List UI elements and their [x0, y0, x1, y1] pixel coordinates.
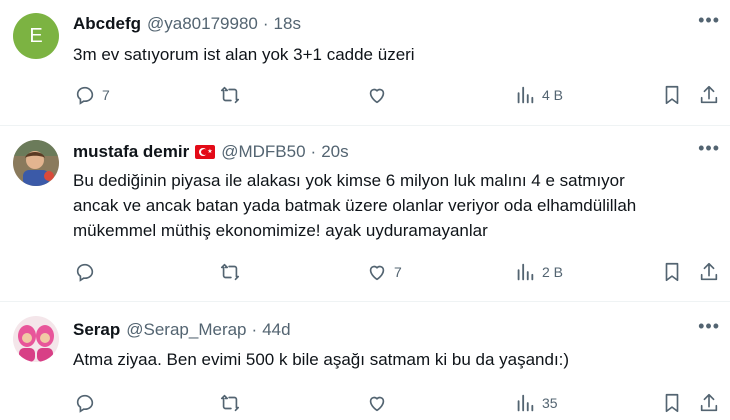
turkey-flag-icon: ★: [195, 145, 216, 159]
tweet-text: Bu dediğinin piyasa ile alakası yok kims…: [73, 168, 723, 243]
reply-button[interactable]: 7: [74, 78, 110, 112]
bookmark-icon: [665, 393, 679, 413]
views-bar-chart-icon: [517, 394, 534, 412]
action-bar: 35: [64, 386, 724, 420]
views-count: 35: [542, 395, 558, 411]
tweet-text-line: Atma ziyaa. Ben evimi 500 k bile aşağı s…: [73, 350, 570, 369]
tweet-text-line: ancak ve ancak batan yada batmak üzere o…: [73, 196, 637, 215]
pink-figures-avatar-icon: [13, 316, 59, 362]
tweet-text: Atma ziyaa. Ben evimi 500 k bile aşağı s…: [73, 347, 723, 372]
retweet-button[interactable]: [219, 386, 247, 420]
reply-icon: [76, 394, 94, 413]
bookmark-icon: [665, 262, 679, 282]
bookmark-button[interactable]: [661, 386, 683, 420]
display-name[interactable]: mustafa demir: [73, 142, 189, 162]
share-icon: [700, 85, 718, 104]
reply-button[interactable]: [74, 255, 102, 289]
timestamp[interactable]: 18s: [274, 14, 301, 34]
retweet-icon: [220, 263, 240, 281]
heart-icon: [369, 88, 385, 104]
retweet-button[interactable]: [219, 255, 247, 289]
like-button[interactable]: [366, 386, 394, 420]
reply-icon: [76, 86, 94, 105]
action-bar: 7 2 B: [64, 255, 724, 289]
reply-count: 7: [102, 87, 110, 103]
views-bar-chart-icon: [517, 86, 534, 104]
retweet-button[interactable]: [219, 78, 247, 112]
more-options-icon[interactable]: •••: [698, 10, 720, 31]
reply-button[interactable]: [74, 386, 102, 420]
avatar[interactable]: [13, 316, 59, 362]
reply-icon: [76, 263, 94, 282]
share-icon: [700, 393, 718, 412]
more-options-icon[interactable]: •••: [698, 138, 720, 159]
bookmark-button[interactable]: [661, 78, 683, 112]
user-handle[interactable]: @ya80179980: [147, 14, 258, 34]
timestamp[interactable]: 44d: [262, 320, 290, 340]
tweet-3[interactable]: Serap @Serap_Merap · 44d ••• Atma ziyaa.…: [0, 302, 730, 420]
more-options-icon[interactable]: •••: [698, 316, 720, 337]
tweet-text-line: Bu dediğinin piyasa ile alakası yok kims…: [73, 171, 625, 190]
share-button[interactable]: [698, 78, 720, 112]
tweet-header: Serap @Serap_Merap · 44d: [73, 320, 291, 340]
tweet-text-line: mükemmel müthiş ekonomimize! ayak uydura…: [73, 221, 488, 240]
heart-icon: [369, 265, 385, 281]
like-button[interactable]: 7: [366, 255, 402, 289]
separator-dot: ·: [262, 14, 269, 33]
tweet-1[interactable]: E Abcdefg @ya80179980 · 18s ••• 3m ev sa…: [0, 0, 730, 126]
share-button[interactable]: [698, 386, 720, 420]
tweet-header: mustafa demir ★ @MDFB50 · 20s: [73, 142, 349, 162]
display-name[interactable]: Serap: [73, 320, 120, 340]
user-handle[interactable]: @Serap_Merap: [126, 320, 246, 340]
like-button[interactable]: [366, 78, 394, 112]
like-count: 7: [394, 264, 402, 280]
child-photo-avatar-icon: [13, 140, 59, 186]
share-icon: [700, 262, 718, 281]
separator-dot: ·: [310, 142, 317, 161]
views-button[interactable]: 2 B: [514, 255, 563, 289]
views-bar-chart-icon: [517, 263, 534, 281]
tweet-text-line: 3m ev satıyorum ist alan yok 3+1 cadde ü…: [73, 45, 415, 64]
views-button[interactable]: 4 B: [514, 78, 563, 112]
retweet-icon: [220, 86, 240, 104]
display-name[interactable]: Abcdefg: [73, 14, 141, 34]
views-count: 2 B: [542, 264, 564, 280]
timestamp[interactable]: 20s: [321, 142, 348, 162]
retweet-icon: [220, 394, 240, 412]
action-bar: 7 4 B: [64, 78, 724, 112]
avatar[interactable]: [13, 140, 59, 186]
bookmark-button[interactable]: [661, 255, 683, 289]
separator-dot: ·: [251, 320, 258, 339]
user-handle[interactable]: @MDFB50: [221, 142, 305, 162]
views-count: 4 B: [542, 87, 564, 103]
heart-icon: [369, 396, 385, 412]
bookmark-icon: [665, 85, 679, 105]
tweet-header: Abcdefg @ya80179980 · 18s: [73, 14, 301, 34]
avatar[interactable]: E: [13, 13, 59, 59]
tweet-2[interactable]: mustafa demir ★ @MDFB50 · 20s ••• Bu ded…: [0, 126, 730, 302]
share-button[interactable]: [698, 255, 720, 289]
views-button[interactable]: 35: [514, 386, 558, 420]
tweet-text: 3m ev satıyorum ist alan yok 3+1 cadde ü…: [73, 42, 723, 67]
